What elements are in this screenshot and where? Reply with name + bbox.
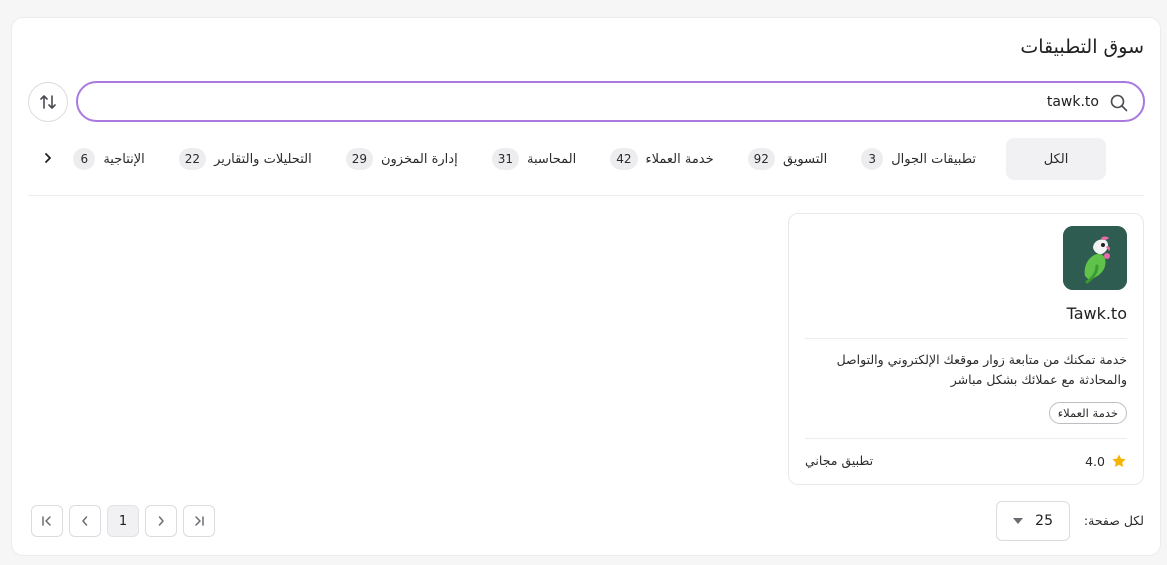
first-page-icon xyxy=(42,516,51,526)
tab-label: الإنتاجية xyxy=(103,151,145,167)
app-logo xyxy=(1063,226,1127,290)
tab-label: الكل xyxy=(1043,151,1069,167)
category-tag[interactable]: خدمة العملاء xyxy=(1048,402,1127,424)
tab-count-badge: 31 xyxy=(491,148,519,170)
app-market-panel: سوق التطبيقات الكل تطبيقات الجوال 3 التس… xyxy=(11,17,1161,556)
search-input[interactable] xyxy=(94,90,1099,114)
page-number-button[interactable]: 1 xyxy=(107,505,139,537)
per-page-select[interactable]: 25 xyxy=(996,501,1070,541)
tab-label: التسويق xyxy=(782,151,828,167)
caret-down-icon xyxy=(1013,518,1023,524)
tab-analytics[interactable]: التحليلات والتقارير 22 xyxy=(163,138,328,180)
app-card[interactable]: Tawk.to خدمة تمكنك من متابعة زوار موقعك … xyxy=(788,213,1144,485)
tab-count-badge: 29 xyxy=(345,148,373,170)
tab-label: التحليلات والتقارير xyxy=(214,151,312,167)
sort-button[interactable] xyxy=(28,82,68,122)
page-title: سوق التطبيقات xyxy=(1020,36,1144,58)
tab-mobile-apps[interactable]: تطبيقات الجوال 3 xyxy=(845,138,992,180)
app-price: تطبيق مجاني xyxy=(805,453,874,468)
next-page-button[interactable] xyxy=(145,505,177,537)
tabs-scroll-button[interactable] xyxy=(38,147,58,169)
per-page-label: لكل صفحة: xyxy=(1083,513,1144,528)
tab-label: تطبيقات الجوال xyxy=(891,151,976,167)
last-page-button[interactable] xyxy=(183,505,215,537)
app-name[interactable]: Tawk.to xyxy=(1067,304,1127,323)
last-page-icon xyxy=(195,516,204,526)
tab-label: المحاسبة xyxy=(526,151,577,167)
card-divider xyxy=(805,338,1127,339)
tab-accounting[interactable]: المحاسبة 31 xyxy=(476,138,593,180)
sort-arrows-icon xyxy=(40,95,56,109)
chevron-right-icon xyxy=(45,153,51,163)
tab-count-badge: 6 xyxy=(73,148,96,170)
category-tab-list: الكل تطبيقات الجوال 3 التسويق 92 خدمة ال… xyxy=(58,137,1106,181)
tab-productivity[interactable]: الإنتاجية 6 xyxy=(58,138,161,180)
tab-inventory[interactable]: إدارة المخزون 29 xyxy=(330,138,474,180)
tab-label: إدارة المخزون xyxy=(380,151,458,167)
card-divider xyxy=(805,438,1127,439)
tab-label: خدمة العملاء xyxy=(645,151,714,167)
rating-value: 4.0 xyxy=(1085,453,1105,469)
tab-count-badge: 42 xyxy=(610,148,638,170)
search-box[interactable] xyxy=(76,81,1145,122)
star-icon xyxy=(1112,454,1126,467)
tab-marketing[interactable]: التسويق 92 xyxy=(732,138,844,180)
tab-count-badge: 22 xyxy=(178,148,207,170)
chevron-left-icon xyxy=(82,516,88,526)
chevron-right-icon xyxy=(158,516,164,526)
app-description: خدمة تمكنك من متابعة زوار موقعك الإلكترو… xyxy=(836,352,1127,387)
search-icon xyxy=(1110,94,1128,112)
tab-customer-service[interactable]: خدمة العملاء 42 xyxy=(594,138,729,180)
prev-page-button[interactable] xyxy=(69,505,101,537)
app-rating: 4.0 xyxy=(1085,453,1127,469)
per-page-value: 25 xyxy=(1035,513,1053,529)
divider xyxy=(28,195,1144,196)
category-tabs: الكل تطبيقات الجوال 3 التسويق 92 خدمة ال… xyxy=(58,137,1106,181)
tab-count-badge: 92 xyxy=(747,148,775,170)
tab-count-badge: 3 xyxy=(861,148,884,170)
tab-all[interactable]: الكل xyxy=(1006,138,1106,180)
pagination: 1 xyxy=(31,505,215,537)
first-page-button[interactable] xyxy=(31,505,63,537)
parrot-logo-icon xyxy=(1063,226,1127,290)
